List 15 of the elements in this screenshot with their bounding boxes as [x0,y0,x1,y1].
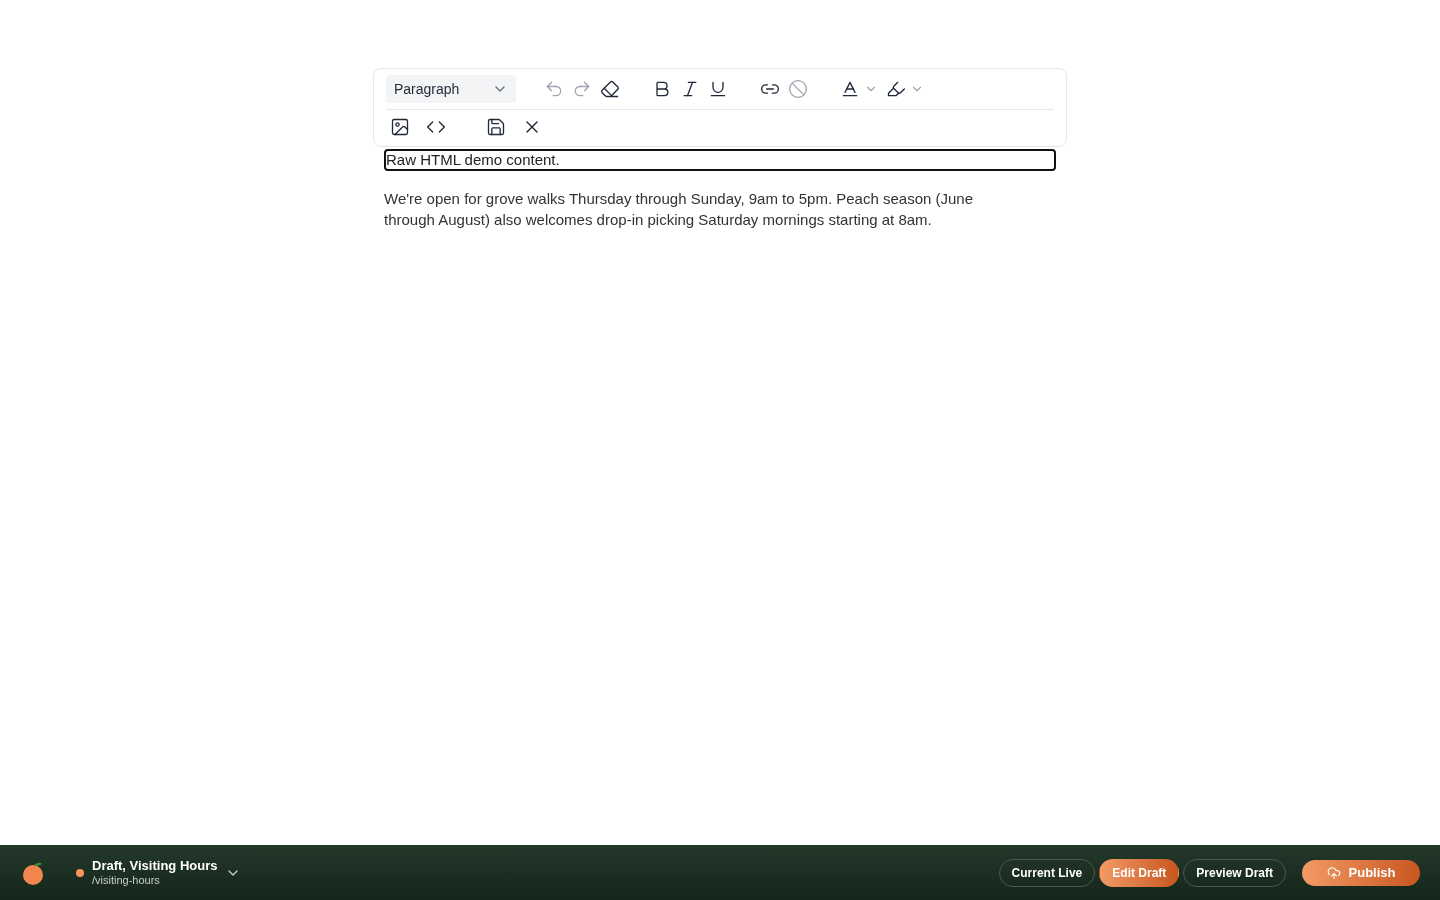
body-paragraph: We're open for grove walks Thursday through Sunday, 9am to 5pm. Peach season (June through August) also welcomes drop-in picking Saturday mornings starting at 8am. [384,189,975,230]
eraser-icon [600,79,620,99]
draft-path: /visiting-hours [92,873,161,888]
unlink-icon [788,79,808,99]
highlight-icon [886,79,906,99]
block-type-select[interactable]: Paragraph [386,75,516,103]
text-color-icon [840,79,860,99]
underline-icon [708,79,728,99]
save-icon [486,117,506,137]
raw-html-block[interactable]: Raw HTML demo content. [384,149,1056,171]
undo-icon [544,79,564,99]
image-icon [390,117,410,137]
redo-icon [572,79,592,99]
draft-title: Draft, Visiting Hours [92,857,218,873]
upload-icon [1326,865,1341,880]
